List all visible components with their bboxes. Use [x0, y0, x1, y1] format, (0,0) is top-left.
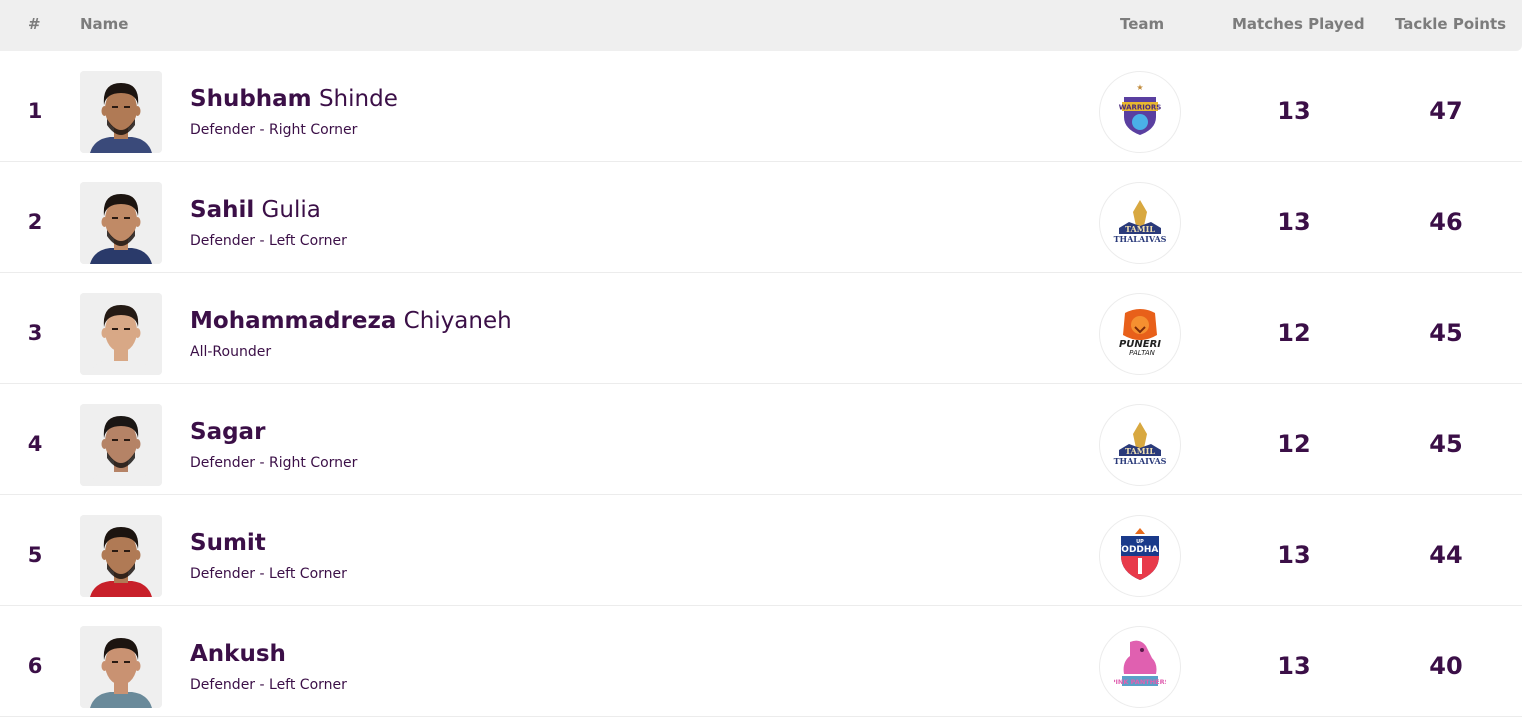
- puneri-paltan-icon: PUNERI PALTAN: [1115, 305, 1165, 363]
- svg-text:PALTAN: PALTAN: [1129, 349, 1156, 357]
- player-rank: 4: [27, 432, 43, 456]
- tackle-points-value: 46: [1429, 208, 1463, 236]
- header-name[interactable]: Name: [80, 15, 128, 33]
- player-photo[interactable]: [80, 626, 162, 708]
- tamil-thalaivas-icon: TAMIL THALAIVAS: [1113, 196, 1167, 250]
- table-row[interactable]: 2 Sahil Gulia Defender - Left Corner TAM…: [0, 162, 1522, 273]
- team-logo-up-yoddhas[interactable]: UP YODDHAS: [1099, 515, 1181, 597]
- player-name[interactable]: Sumit: [190, 530, 266, 556]
- player-name[interactable]: Mohammadreza Chiyaneh: [190, 308, 512, 334]
- player-role: Defender - Right Corner: [190, 122, 358, 138]
- player-role: All-Rounder: [190, 344, 272, 360]
- player-photo[interactable]: [80, 293, 162, 375]
- svg-text:TAMIL: TAMIL: [1125, 224, 1155, 234]
- svg-text:YODDHAS: YODDHAS: [1115, 545, 1165, 555]
- tackle-points-value: 40: [1429, 652, 1463, 680]
- matches-played-value: 13: [1277, 541, 1311, 569]
- table-body: 1 Shubham Shinde Defender - Right Corner…: [0, 51, 1522, 717]
- player-first-name: Sahil: [190, 197, 255, 223]
- player-rank: 6: [27, 654, 43, 678]
- table-row[interactable]: 5 Sumit Defender - Left Corner UP YODDHAS…: [0, 495, 1522, 606]
- player-name[interactable]: Sahil Gulia: [190, 197, 321, 223]
- player-first-name: Mohammadreza: [190, 308, 397, 334]
- player-last-name: Gulia: [254, 197, 321, 223]
- bengal-warriors-icon: ★ WARRIORS: [1118, 83, 1162, 141]
- header-rank[interactable]: #: [28, 15, 41, 33]
- svg-text:PINK PANTHERS: PINK PANTHERS: [1114, 678, 1166, 686]
- player-role: Defender - Left Corner: [190, 233, 347, 249]
- table-header: # Name Team Matches Played Tackle Points: [0, 0, 1522, 51]
- player-photo[interactable]: [80, 71, 162, 153]
- player-rank: 5: [27, 543, 43, 567]
- player-role: Defender - Left Corner: [190, 566, 347, 582]
- player-first-name: Shubham: [190, 86, 312, 112]
- team-logo-bengal-warriors[interactable]: ★ WARRIORS: [1099, 71, 1181, 153]
- player-name[interactable]: Shubham Shinde: [190, 86, 398, 112]
- matches-played-value: 13: [1277, 208, 1311, 236]
- player-photo[interactable]: [80, 515, 162, 597]
- team-logo-jaipur-pink-panthers[interactable]: PINK PANTHERS: [1099, 626, 1181, 708]
- player-last-name: Shinde: [311, 86, 398, 112]
- player-photo[interactable]: [80, 404, 162, 486]
- header-team[interactable]: Team: [1120, 15, 1164, 33]
- player-first-name: Sagar: [190, 419, 266, 445]
- header-tackle-points[interactable]: Tackle Points: [1395, 15, 1506, 33]
- svg-text:WARRIORS: WARRIORS: [1119, 104, 1162, 112]
- player-role: Defender - Right Corner: [190, 455, 358, 471]
- team-logo-tamil-thalaivas[interactable]: TAMIL THALAIVAS: [1099, 404, 1181, 486]
- matches-played-value: 13: [1277, 652, 1311, 680]
- tackle-points-value: 45: [1429, 430, 1463, 458]
- tackle-points-value: 45: [1429, 319, 1463, 347]
- table-row[interactable]: 1 Shubham Shinde Defender - Right Corner…: [0, 51, 1522, 162]
- table-row[interactable]: 6 Ankush Defender - Left Corner PINK PAN…: [0, 606, 1522, 717]
- team-logo-tamil-thalaivas[interactable]: TAMIL THALAIVAS: [1099, 182, 1181, 264]
- player-name[interactable]: Ankush: [190, 641, 286, 667]
- player-rank: 1: [27, 99, 43, 123]
- matches-played-value: 13: [1277, 97, 1311, 125]
- tackle-points-value: 44: [1429, 541, 1463, 569]
- svg-text:TAMIL: TAMIL: [1125, 446, 1155, 456]
- player-last-name: Chiyaneh: [396, 308, 512, 334]
- up-yoddhas-icon: UP YODDHAS: [1114, 526, 1165, 586]
- svg-text:THALAIVAS: THALAIVAS: [1114, 234, 1167, 244]
- player-first-name: Ankush: [190, 641, 286, 667]
- table-row[interactable]: 4 Sagar Defender - Right Corner TAMIL THA…: [0, 384, 1522, 495]
- player-name[interactable]: Sagar: [190, 419, 265, 445]
- player-role: Defender - Left Corner: [190, 677, 347, 693]
- player-first-name: Sumit: [190, 530, 266, 556]
- svg-text:★: ★: [1136, 83, 1143, 92]
- player-rank: 3: [27, 321, 43, 345]
- tackle-points-value: 47: [1429, 97, 1463, 125]
- player-rank: 2: [27, 210, 43, 234]
- jaipur-pink-panthers-icon: PINK PANTHERS: [1111, 638, 1170, 696]
- table-row[interactable]: 3 Mohammadreza Chiyaneh All-Rounder PUNE…: [0, 273, 1522, 384]
- svg-text:THALAIVAS: THALAIVAS: [1114, 456, 1167, 466]
- player-photo[interactable]: [80, 182, 162, 264]
- leaderboard-table: # Name Team Matches Played Tackle Points…: [0, 0, 1522, 717]
- tamil-thalaivas-icon: TAMIL THALAIVAS: [1113, 418, 1167, 472]
- team-logo-puneri-paltan[interactable]: PUNERI PALTAN: [1099, 293, 1181, 375]
- matches-played-value: 12: [1277, 430, 1311, 458]
- matches-played-value: 12: [1277, 319, 1311, 347]
- header-matches-played[interactable]: Matches Played: [1232, 15, 1365, 33]
